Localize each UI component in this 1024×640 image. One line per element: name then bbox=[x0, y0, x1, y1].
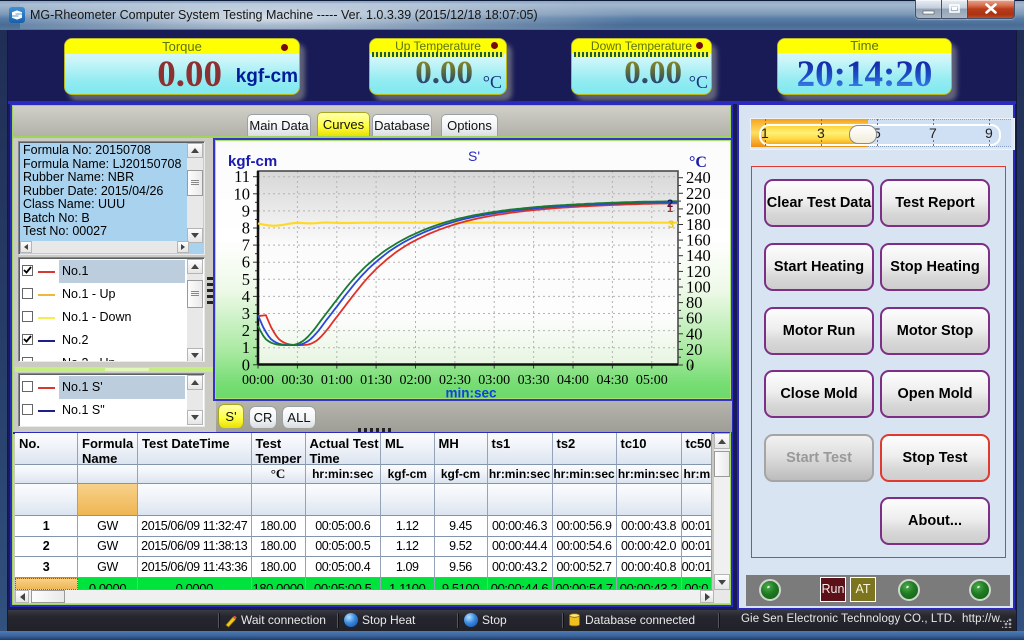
svg-text:2: 2 bbox=[242, 321, 250, 340]
svg-text:min:sec: min:sec bbox=[445, 386, 497, 400]
svg-text:0: 0 bbox=[242, 355, 250, 374]
svg-text:02:00: 02:00 bbox=[400, 373, 432, 388]
svg-text:240: 240 bbox=[686, 168, 711, 187]
svg-text:04:30: 04:30 bbox=[596, 373, 628, 388]
svg-text:S': S' bbox=[468, 148, 480, 164]
svg-text:8: 8 bbox=[242, 219, 250, 238]
svg-text:03:30: 03:30 bbox=[518, 373, 550, 388]
svg-text:1: 1 bbox=[667, 203, 673, 215]
svg-text:00:30: 00:30 bbox=[281, 373, 313, 388]
svg-text:6: 6 bbox=[242, 253, 250, 272]
svg-text:04:00: 04:00 bbox=[557, 373, 589, 388]
svg-text:kgf-cm: kgf-cm bbox=[228, 153, 277, 170]
svg-text:10: 10 bbox=[234, 184, 251, 203]
svg-text:11: 11 bbox=[234, 167, 250, 186]
svg-text:3: 3 bbox=[242, 304, 250, 323]
svg-text:9: 9 bbox=[242, 201, 250, 220]
svg-text:3: 3 bbox=[668, 219, 674, 231]
svg-text:1: 1 bbox=[242, 338, 250, 357]
svg-text:01:00: 01:00 bbox=[321, 373, 353, 388]
svg-text:4: 4 bbox=[242, 287, 250, 306]
svg-text:5: 5 bbox=[242, 270, 250, 289]
svg-text:°C: °C bbox=[689, 154, 707, 171]
svg-text:00:00: 00:00 bbox=[242, 373, 274, 388]
svg-text:05:00: 05:00 bbox=[636, 373, 668, 388]
svg-text:7: 7 bbox=[242, 236, 250, 255]
svg-text:01:30: 01:30 bbox=[360, 373, 392, 388]
